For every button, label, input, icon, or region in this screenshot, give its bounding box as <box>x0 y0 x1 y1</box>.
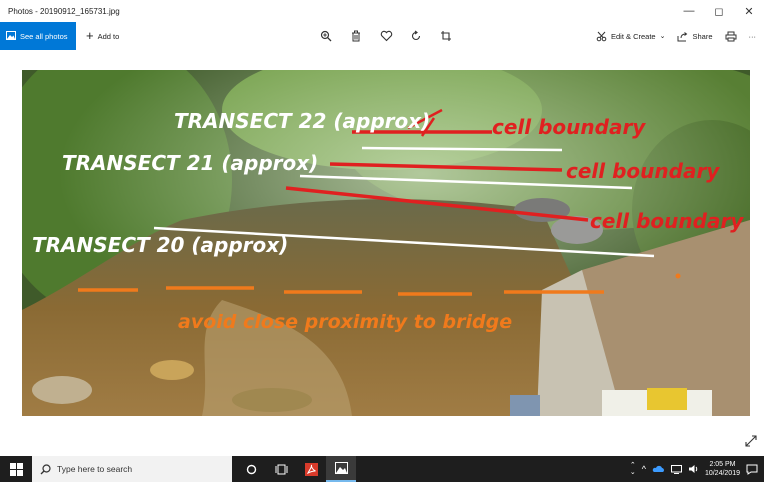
photo-tools <box>318 22 454 50</box>
cortana-icon <box>246 464 256 474</box>
volume-icon[interactable] <box>688 464 699 474</box>
maximize-button[interactable]: ◻ <box>704 0 734 22</box>
acrobat-app-button[interactable] <box>296 456 326 482</box>
add-to-label: Add to <box>97 31 120 41</box>
taskbar: Type here to search ⌃ ⌄ ^ 2:05 PM 10/24/2… <box>0 456 764 482</box>
more-button[interactable]: ··· <box>749 32 757 41</box>
cortana-button[interactable] <box>236 456 266 482</box>
printer-icon <box>725 31 736 41</box>
share-label: Share <box>692 31 713 41</box>
zoom-button[interactable] <box>318 28 334 44</box>
heart-icon <box>380 30 392 42</box>
see-all-photos-button[interactable]: See all photos <box>0 22 76 50</box>
cell-boundary-label-2: cell boundary <box>566 159 720 183</box>
photos-app-button[interactable] <box>326 456 356 482</box>
share-button[interactable]: Share <box>677 31 713 42</box>
edit-create-button[interactable]: Edit & Create ⌄ <box>596 31 665 42</box>
rotate-button[interactable] <box>408 28 424 44</box>
window-controls: — ◻ ✕ <box>674 0 764 22</box>
pdf-icon <box>304 462 318 476</box>
crop-icon <box>441 31 451 41</box>
delete-button[interactable] <box>348 28 364 44</box>
minimize-button[interactable]: — <box>674 0 704 22</box>
chevron-down-icon: ⌄ <box>659 33 666 40</box>
crop-button[interactable] <box>438 28 454 44</box>
annotated-photo: TRANSECT 22 (approx) TRANSECT 21 (approx… <box>22 70 750 416</box>
clock-date: 10/24/2019 <box>704 470 740 477</box>
onedrive-icon[interactable] <box>652 465 665 473</box>
scissors-icon <box>596 31 607 41</box>
rotate-icon <box>411 30 421 41</box>
display-icon[interactable] <box>670 464 682 474</box>
edit-create-label: Edit & Create <box>611 31 656 41</box>
start-button[interactable] <box>0 456 32 482</box>
window-title: Photos - 20190912_165731.jpg <box>8 6 120 16</box>
transect-21-label: TRANSECT 21 (approx) <box>62 151 318 175</box>
photos-app-icon <box>334 462 348 474</box>
search-icon <box>40 463 51 474</box>
taskbar-search[interactable]: Type here to search <box>32 456 232 482</box>
transect-22-label: TRANSECT 22 (approx) <box>174 109 430 133</box>
zoom-icon <box>320 30 332 42</box>
share-icon <box>677 31 688 41</box>
system-tray: ⌃ ⌄ ^ 2:05 PM 10/24/2019 <box>630 456 764 482</box>
tray-scroll-icon[interactable]: ⌃ ⌄ <box>630 462 636 476</box>
avoid-bridge-note: avoid close proximity to bridge <box>178 311 512 333</box>
taskbar-apps <box>236 456 356 482</box>
plus-icon: + <box>86 28 94 43</box>
task-view-button[interactable] <box>266 456 296 482</box>
show-hidden-icons-icon[interactable]: ^ <box>642 464 646 474</box>
trash-icon <box>352 30 360 42</box>
see-all-photos-label: See all photos <box>20 31 68 41</box>
full-screen-button[interactable] <box>744 434 758 448</box>
clock-time: 2:05 PM <box>709 461 736 468</box>
command-bar: See all photos + Add to Edit & Create ⌄ <box>0 22 764 50</box>
taskbar-clock[interactable]: 2:05 PM 10/24/2019 <box>705 460 740 478</box>
task-view-icon <box>275 464 287 474</box>
cell-boundary-label-3: cell boundary <box>590 209 744 233</box>
search-placeholder: Type here to search <box>57 464 133 474</box>
add-to-button[interactable]: + Add to <box>86 28 120 43</box>
favorite-button[interactable] <box>378 28 394 44</box>
right-tools: Edit & Create ⌄ Share ··· <box>596 22 756 50</box>
cell-boundary-label-1: cell boundary <box>492 115 646 139</box>
close-button[interactable]: ✕ <box>734 0 764 22</box>
notifications-icon[interactable] <box>746 464 758 475</box>
photos-icon <box>6 30 16 42</box>
title-bar: Photos - 20190912_165731.jpg — ◻ ✕ <box>0 0 764 22</box>
expand-icon <box>745 435 757 447</box>
transect-20-label: TRANSECT 20 (approx) <box>32 233 288 257</box>
print-button[interactable] <box>725 31 737 42</box>
windows-icon <box>9 462 23 476</box>
photo-viewer[interactable]: TRANSECT 22 (approx) TRANSECT 21 (approx… <box>22 70 750 416</box>
